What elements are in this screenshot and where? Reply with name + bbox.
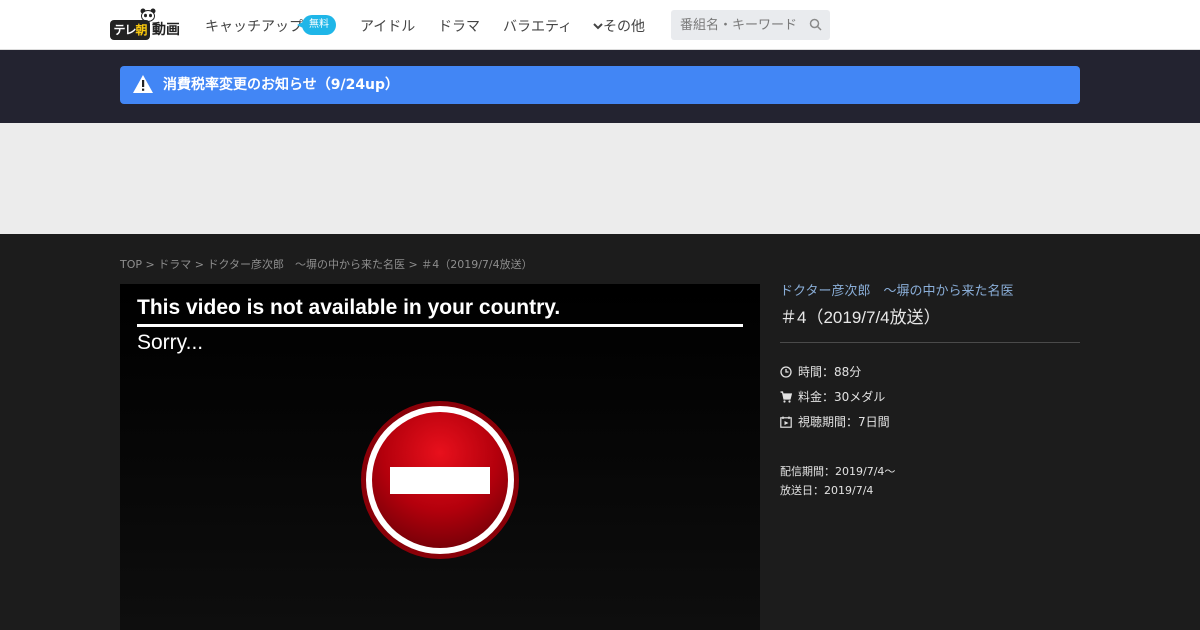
chevron-down-icon (593, 23, 603, 30)
search-input[interactable] (671, 10, 801, 40)
notice-text: 消費税率変更のお知らせ（9/24up） (163, 77, 400, 93)
nav-idol[interactable]: アイドル (360, 16, 415, 36)
player-sorry-text: Sorry... (137, 331, 204, 354)
price-row: 料金：30メダル (780, 384, 1080, 409)
nav-catchup[interactable]: キャッチアップ (205, 16, 303, 36)
breadcrumb-separator: > (194, 258, 208, 271)
nav-drama[interactable]: ドラマ (438, 16, 480, 36)
episode-title: ＃4（2019/7/4放送） (780, 308, 941, 327)
episode-meta: 時間：88分 料金：30メダル 視聴期間：7日間 (780, 359, 1080, 434)
main-content: TOP > ドラマ > ドクター彦次郎 ～塀の中から来た名医 > ＃4（2019… (0, 234, 1200, 630)
price-text: 料金：30メダル (798, 390, 886, 404)
notice-band: 消費税率変更のお知らせ（9/24up） (0, 50, 1200, 123)
no-entry-icon (361, 401, 519, 559)
site-header: テレ朝 動画 キャッチアップ 無料 アイドル ドラマ バラエティ その他 (0, 0, 1200, 50)
program-title-link[interactable]: ドクター彦次郎 ～塀の中から来た名医 (780, 280, 1080, 299)
breadcrumb: TOP > ドラマ > ドクター彦次郎 ～塀の中から来た名医 > ＃4（2019… (120, 256, 533, 272)
logo-word: 動画 (152, 22, 180, 38)
episode-dates: 配信期間：2019/7/4～ 放送日：2019/7/4 (780, 462, 1080, 500)
viewing-period-text: 視聴期間：7日間 (798, 415, 890, 429)
breadcrumb-episode: ＃4（2019/7/4放送） (421, 258, 533, 271)
clock-icon (780, 365, 792, 378)
breadcrumb-top[interactable]: TOP (120, 258, 142, 271)
broadcast-date: 放送日：2019/7/4 (780, 484, 874, 497)
nav-variety[interactable]: バラエティ (503, 16, 572, 36)
notice-banner[interactable]: 消費税率変更のお知らせ（9/24up） (120, 66, 1080, 104)
search-icon[interactable] (809, 18, 822, 31)
breadcrumb-separator: > (408, 258, 422, 271)
player-divider (137, 324, 743, 327)
ad-area (0, 123, 1200, 234)
breadcrumb-drama[interactable]: ドラマ (158, 258, 191, 271)
breadcrumb-separator: > (145, 258, 159, 271)
distribution-period: 配信期間：2019/7/4～ (780, 465, 896, 478)
player-error-message: This video is not available in your coun… (137, 296, 561, 319)
breadcrumb-program[interactable]: ドクター彦次郎 ～塀の中から来た名医 (207, 258, 405, 271)
calendar-play-icon (780, 416, 792, 428)
info-divider (780, 342, 1080, 343)
warning-icon (133, 75, 153, 93)
free-badge: 無料 (297, 15, 336, 35)
search-box (671, 10, 830, 40)
duration-row: 時間：88分 (780, 359, 1080, 384)
nav-other-label: その他 (603, 19, 645, 35)
duration-text: 時間：88分 (798, 365, 862, 379)
site-logo[interactable]: テレ朝 動画 (110, 8, 182, 40)
cart-icon (780, 390, 792, 403)
episode-info: ドクター彦次郎 ～塀の中から来た名医 ＃4（2019/7/4放送） 時間：88分… (780, 280, 1080, 500)
logo-badge: テレ朝 (110, 20, 150, 40)
video-player[interactable]: This video is not available in your coun… (120, 284, 760, 630)
nav-other[interactable]: その他 (593, 16, 645, 36)
viewing-period-row: 視聴期間：7日間 (780, 409, 1080, 434)
